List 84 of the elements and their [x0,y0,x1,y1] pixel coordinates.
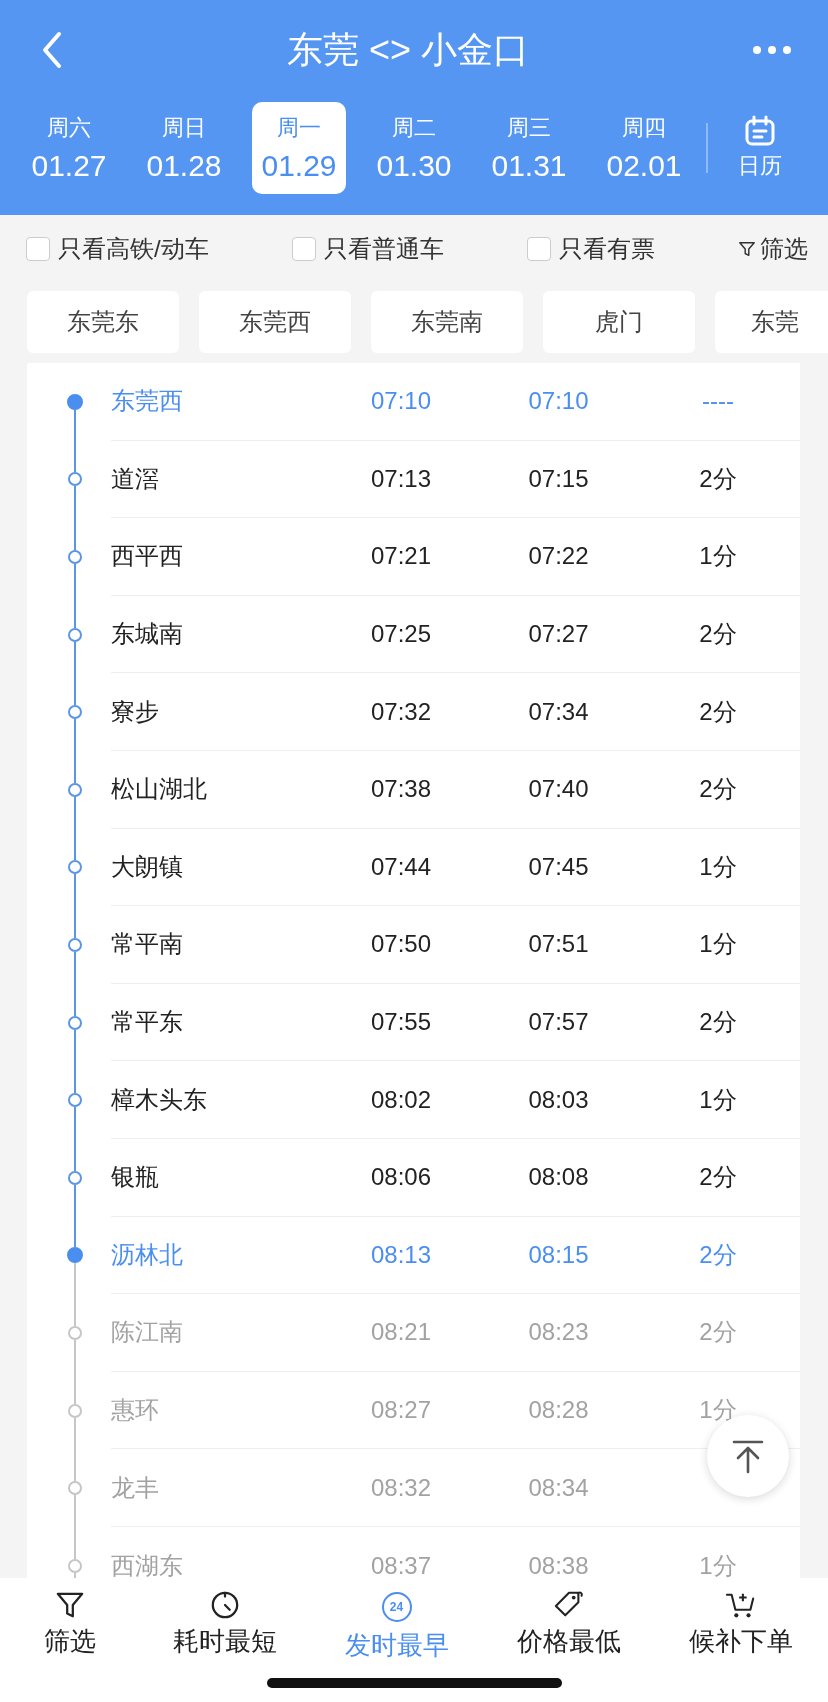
filter-button[interactable]: 筛选 [738,233,808,265]
sort-tab[interactable]: 耗时最短 [147,1590,302,1670]
sort-tab[interactable]: 候补下单 [663,1590,818,1670]
stop-duration: 2分 [699,1317,737,1348]
sort-tab[interactable]: 价格最低 [491,1590,646,1670]
back-icon[interactable] [40,30,64,70]
filter-checkbox[interactable]: 只看有票 [526,233,655,265]
departure-time: 08:08 [528,1163,589,1192]
stop-duration: 2分 [699,1239,737,1270]
arrival-time: 08:37 [370,1551,432,1578]
station-name: 大朗镇 [111,851,184,882]
station-name: 惠环 [111,1395,160,1425]
filter-checkbox[interactable]: 只看高铁/动车 [26,233,209,265]
stop-duration: 2分 [699,1162,737,1193]
stop-duration: 1分 [699,541,737,572]
station-name: 西湖东 [111,1550,184,1578]
stop-duration: 1分 [699,1084,737,1115]
page-title: 东莞 <> 小金口 [286,27,530,72]
stop-duration: 1分 [699,1395,737,1425]
arrival-time: 07:10 [370,387,432,416]
station-name: 常平南 [111,929,184,960]
station-chip[interactable]: 东莞西 [199,291,351,353]
filter-icon [738,240,756,258]
sort-tab[interactable]: 筛选 [10,1590,130,1670]
filter-icon [55,1590,85,1620]
arrival-time: 07:21 [370,542,432,571]
station-name: 东莞西 [111,386,184,417]
station-name: 常平东 [111,1007,184,1038]
departure-time: 07:40 [528,775,589,804]
departure-time: 07:34 [528,697,589,726]
station-name: 寮步 [111,696,160,727]
departure-time: 08:34 [528,1473,589,1502]
departure-time: 07:45 [528,852,589,881]
station-chip[interactable]: 东莞 [715,291,828,353]
departure-time: 07:10 [528,387,589,416]
station-name: 银瓶 [111,1162,160,1193]
arrival-time: 08:02 [370,1085,432,1114]
station-name: 西平西 [111,541,184,572]
arrival-time: 07:44 [370,852,432,881]
arrival-time: 08:13 [370,1240,432,1269]
timer-icon [209,1590,240,1620]
station-name: 龙丰 [111,1472,160,1503]
stop-duration: ---- [702,387,734,416]
stop-duration: 2分 [699,463,737,494]
more-icon[interactable] [752,45,792,55]
station-name: 陈江南 [111,1317,184,1348]
arrival-time: 08:27 [370,1396,432,1424]
stop-duration: 1分 [699,929,737,960]
stop-duration: 2分 [699,1007,737,1038]
station-name: 道滘 [111,463,160,494]
arrival-time: 07:25 [370,620,432,649]
stop-duration: 1分 [699,851,737,882]
departure-time: 07:22 [528,542,589,571]
departure-time: 07:57 [528,1008,589,1037]
station-chip[interactable]: 东莞东 [27,291,179,353]
stop-duration: 2分 [699,696,737,727]
departure-time: 07:27 [528,620,589,649]
arrival-time: 07:32 [370,697,432,726]
departure-time: 08:28 [528,1396,589,1424]
arrival-time: 07:50 [370,930,432,959]
departure-time: 07:51 [528,930,589,959]
clock-icon: 24 [381,1592,412,1622]
departure-time: 08:03 [528,1085,589,1114]
arrival-time: 07:38 [370,775,432,804]
calendar-icon [744,114,776,147]
departure-time: 08:38 [528,1551,589,1578]
station-name: 松山湖北 [111,774,208,805]
station-name: 沥林北 [111,1239,184,1270]
departure-time: 07:15 [528,464,589,493]
arrival-time: 08:21 [370,1318,432,1347]
station-chip[interactable]: 东莞南 [371,291,523,353]
arrival-time: 08:06 [370,1163,432,1192]
filter-checkbox[interactable]: 只看普通车 [291,233,444,265]
stop-duration: 2分 [699,619,737,650]
station-name: 樟木头东 [111,1084,208,1115]
arrival-time: 07:13 [370,464,432,493]
departure-time: 08:15 [528,1240,589,1269]
stop-duration: 1分 [699,1550,737,1578]
station-chip[interactable]: 虎门 [543,291,695,353]
departure-time: 08:23 [528,1318,589,1347]
arrival-time: 08:32 [370,1473,432,1502]
stop-duration: 2分 [699,774,737,805]
arrival-time: 07:55 [370,1008,432,1037]
station-name: 东城南 [111,619,184,650]
